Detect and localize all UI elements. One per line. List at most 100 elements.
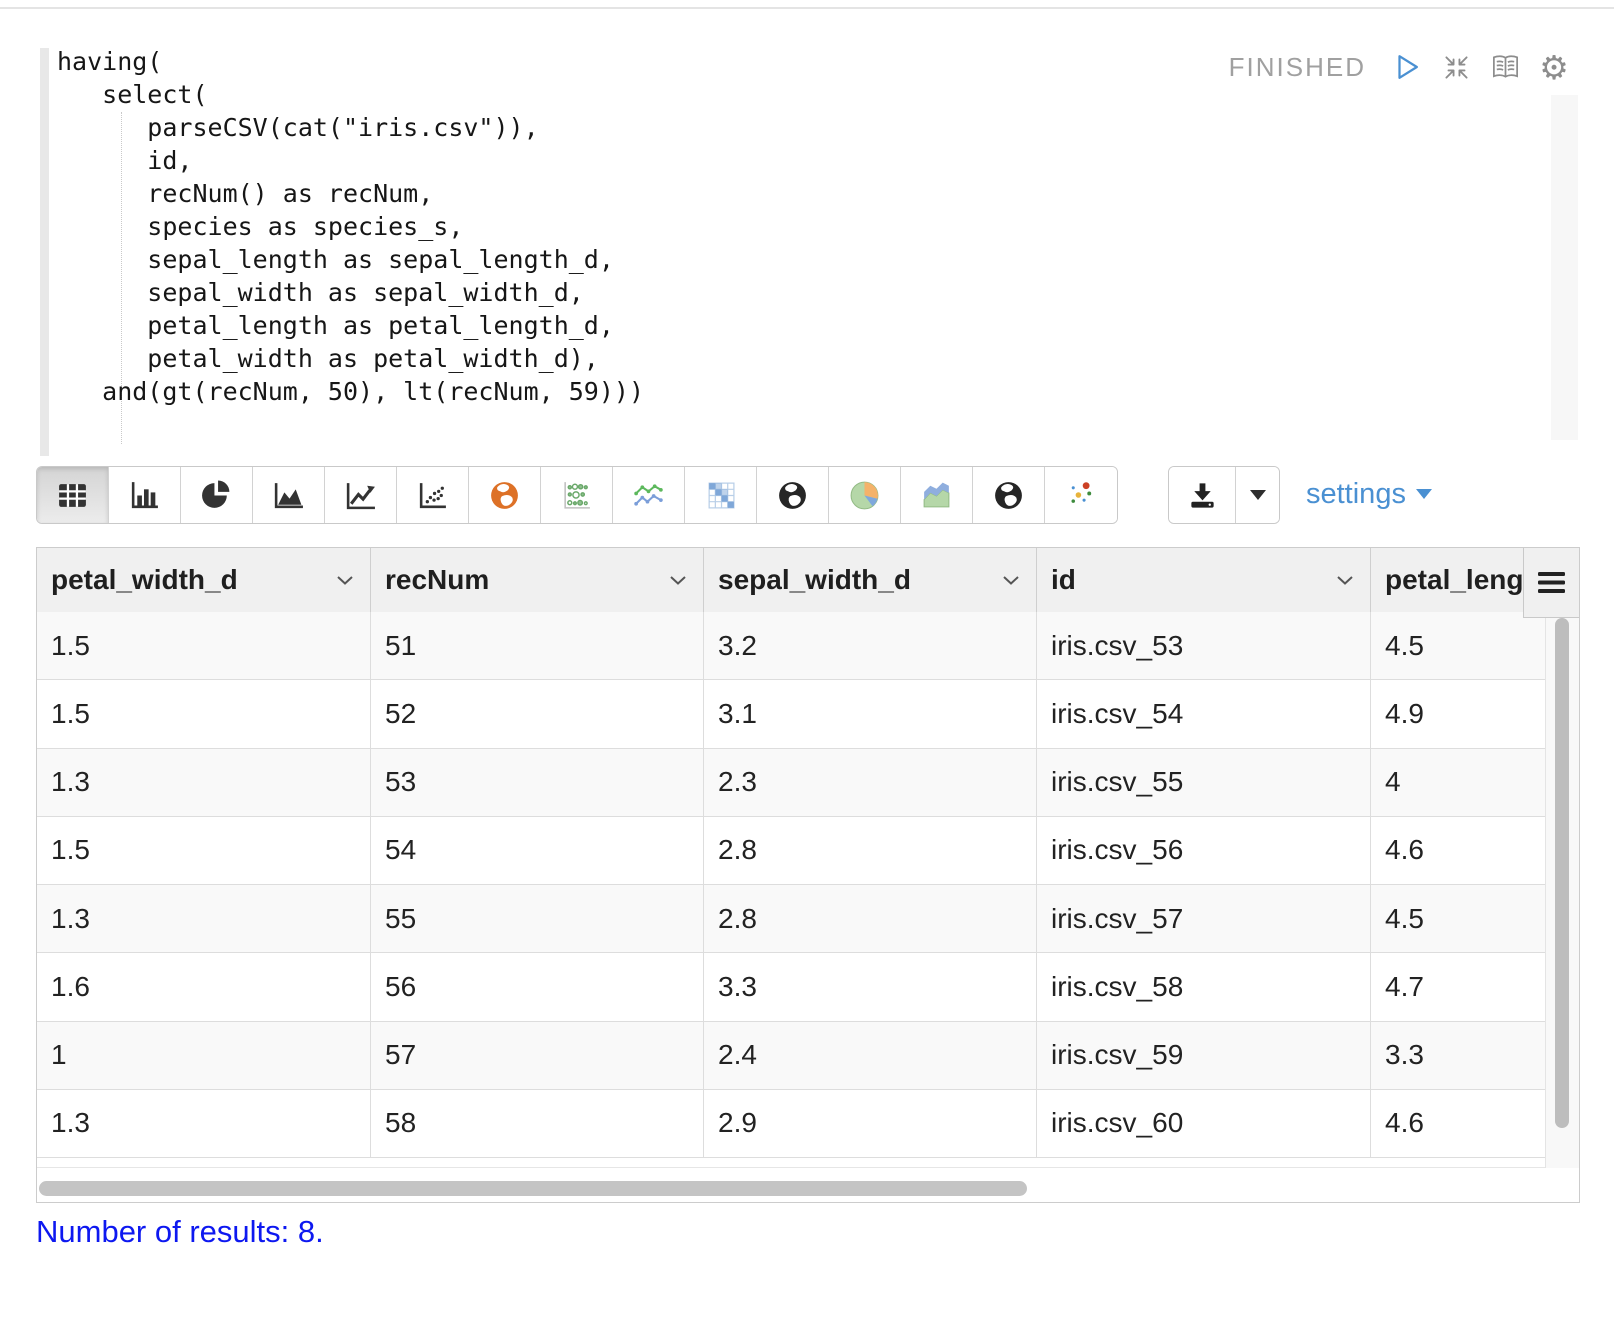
- code-editor[interactable]: having( select( parseCSV(cat("iris.csv")…: [57, 45, 644, 408]
- status-badge: FINISHED: [1228, 51, 1366, 82]
- download-icon: [1187, 480, 1218, 511]
- bubble-grid-button[interactable]: [541, 467, 613, 523]
- table-cell: 4.9: [1385, 697, 1424, 729]
- collapse-button[interactable]: [1440, 50, 1472, 84]
- table-cell: 3.2: [704, 612, 1037, 680]
- table-row: 1.3 55 2.8 iris.csv_57 4.5: [37, 885, 1545, 954]
- table-cell: 1.3: [37, 885, 371, 953]
- column-label: sepal_width_d: [718, 564, 911, 595]
- table-cell: 3.3: [704, 953, 1037, 1021]
- download-dropdown-button[interactable]: [1235, 467, 1279, 523]
- paragraph-controls: FINISHED ⚙: [1229, 48, 1570, 86]
- play-icon: [1392, 52, 1422, 82]
- table-cell: 51: [371, 612, 704, 680]
- globe-dark-2-button[interactable]: [973, 467, 1045, 523]
- chart-type-group: [36, 466, 1118, 524]
- column-header[interactable]: sepal_width_d: [704, 548, 1037, 612]
- caret-down-icon: [1415, 489, 1432, 499]
- bar-chart-icon: [128, 479, 161, 512]
- table-cell: 1.5: [37, 680, 371, 748]
- paragraph-settings-button[interactable]: ⚙: [1538, 50, 1570, 84]
- vertical-scrollbar-track[interactable]: [1545, 612, 1579, 1168]
- column-header[interactable]: recNum: [371, 548, 704, 612]
- globe-dark-icon: [776, 479, 809, 512]
- multi-line-chart-button[interactable]: [613, 467, 685, 523]
- globe-orange-button[interactable]: [469, 467, 541, 523]
- bar-chart-button[interactable]: [109, 467, 181, 523]
- table-cell: 2.4: [704, 1021, 1037, 1089]
- heatmap-icon: [704, 479, 737, 512]
- notebook-paragraph: having( select( parseCSV(cat("iris.csv")…: [0, 0, 1614, 1322]
- pie-pastel-icon: [848, 479, 881, 512]
- table-row: 1.3 53 2.3 iris.csv_55 4: [37, 748, 1545, 817]
- table-cell: 1.6: [37, 953, 371, 1021]
- chevron-down-icon[interactable]: [669, 575, 687, 585]
- table-cell: 1.5: [37, 612, 371, 680]
- table-cell: 4.6: [1385, 834, 1424, 866]
- heatmap-button[interactable]: [685, 467, 757, 523]
- area-chart-button[interactable]: [253, 467, 325, 523]
- table-row: 1.5 52 3.1 iris.csv_54 4.9: [37, 680, 1545, 749]
- table-cell: iris.csv_57: [1037, 885, 1371, 953]
- visualization-toolbar: settings: [0, 466, 1614, 524]
- column-header[interactable]: id: [1037, 548, 1371, 612]
- table-cell: iris.csv_56: [1037, 816, 1371, 884]
- column-label: petal_leng: [1385, 564, 1524, 595]
- table-cell: 54: [371, 816, 704, 884]
- table-cell: 55: [371, 885, 704, 953]
- download-split-button: [1168, 466, 1280, 524]
- hamburger-icon: [1538, 571, 1565, 594]
- column-header[interactable]: petal_width_d: [37, 548, 371, 612]
- table-row: 1.6 56 3.3 iris.csv_58 4.7: [37, 953, 1545, 1022]
- gear-icon: ⚙: [1539, 48, 1569, 86]
- table-cell: 53: [371, 748, 704, 816]
- scatter-plot-button[interactable]: [397, 467, 469, 523]
- globe-dark-button[interactable]: [757, 467, 829, 523]
- table-cell: iris.csv_53: [1037, 612, 1371, 680]
- vertical-scrollbar-thumb[interactable]: [1555, 618, 1569, 1128]
- show-editor-button[interactable]: [1489, 50, 1521, 84]
- pie-pastel-button[interactable]: [829, 467, 901, 523]
- area-pastel-icon: [920, 479, 953, 512]
- column-label: petal_width_d: [51, 564, 238, 595]
- bubble-grid-icon: [560, 479, 593, 512]
- run-button[interactable]: [1391, 50, 1423, 84]
- horizontal-scrollbar-thumb[interactable]: [39, 1181, 1027, 1196]
- multi-line-chart-icon: [632, 479, 665, 512]
- bubble-scatter-button[interactable]: [1045, 467, 1117, 523]
- results-count: Number of results: 8.: [36, 1214, 324, 1249]
- table-cell: 1.3: [37, 748, 371, 816]
- globe-orange-icon: [488, 479, 521, 512]
- table-body: 1.5 51 3.2 iris.csv_53 4.5 1.5 52 3.1 iris.csv_5…: [37, 612, 1545, 1158]
- settings-toggle[interactable]: settings: [1306, 466, 1432, 522]
- table-cell: 3.1: [704, 680, 1037, 748]
- table-cell: 4.7: [1385, 970, 1424, 1002]
- table-cell: iris.csv_55: [1037, 748, 1371, 816]
- book-icon: [1490, 52, 1521, 83]
- table-cell: 52: [371, 680, 704, 748]
- editor-gutter: [40, 48, 49, 456]
- chevron-down-icon[interactable]: [1336, 575, 1354, 585]
- editor-scrollbar[interactable]: [1551, 95, 1578, 440]
- table-row: 1 57 2.4 iris.csv_59 3.3: [37, 1021, 1545, 1090]
- settings-label: settings: [1306, 477, 1406, 510]
- chevron-down-icon[interactable]: [1002, 575, 1020, 585]
- table-cell: 2.3: [704, 748, 1037, 816]
- download-button[interactable]: [1169, 467, 1235, 523]
- area-chart-icon: [272, 479, 305, 512]
- table-cell: 4.5: [1385, 902, 1424, 934]
- table-cell: 1.3: [37, 1089, 371, 1157]
- horizontal-scrollbar-track[interactable]: [37, 1168, 1579, 1201]
- column-label: id: [1051, 564, 1076, 595]
- table-row: 1.5 54 2.8 iris.csv_56 4.6: [37, 816, 1545, 885]
- table-view-icon: [56, 479, 89, 512]
- pie-chart-button[interactable]: [181, 467, 253, 523]
- table-cell: iris.csv_54: [1037, 680, 1371, 748]
- bubble-scatter-icon: [1065, 479, 1098, 512]
- table-view-button[interactable]: [37, 467, 109, 523]
- table-cell: 1.5: [37, 816, 371, 884]
- line-chart-button[interactable]: [325, 467, 397, 523]
- chevron-down-icon[interactable]: [336, 575, 354, 585]
- table-menu-button[interactable]: [1523, 548, 1579, 618]
- area-pastel-button[interactable]: [901, 467, 973, 523]
